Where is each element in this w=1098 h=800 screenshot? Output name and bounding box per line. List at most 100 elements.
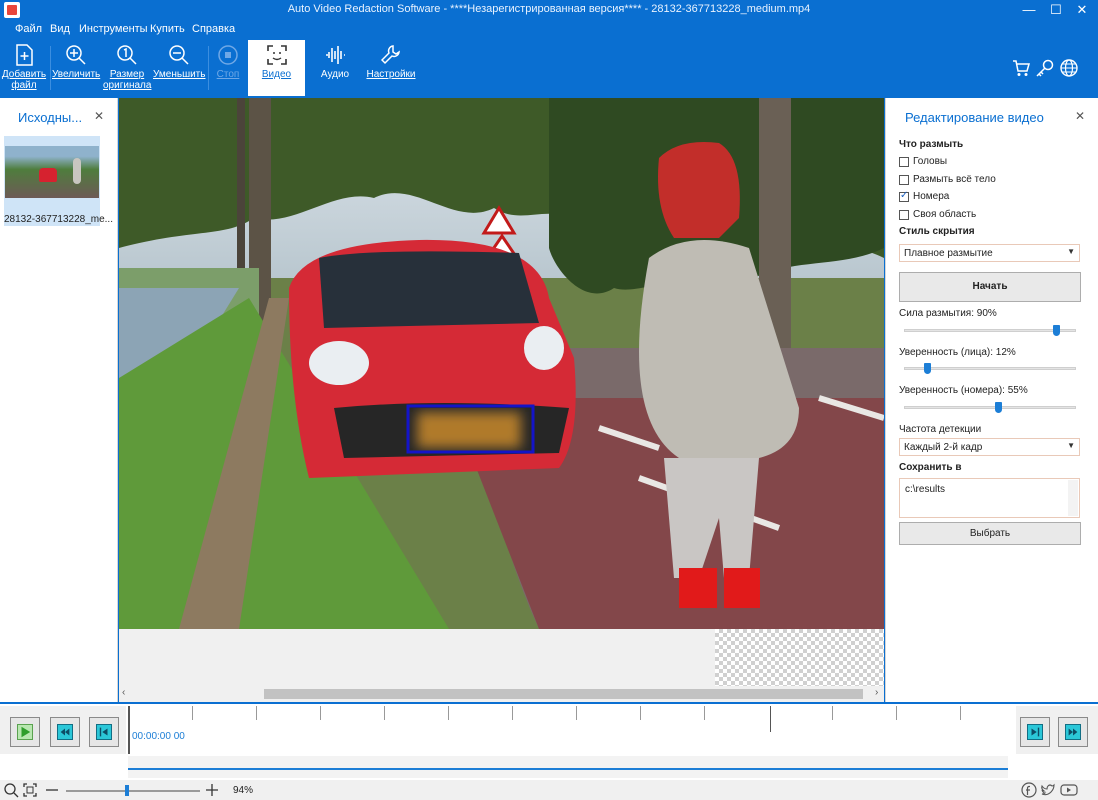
slider-knob[interactable] <box>1053 325 1060 336</box>
zoom-out-button[interactable]: Уменьшить <box>153 40 205 96</box>
twitter-icon[interactable] <box>1040 782 1056 798</box>
add-file-button[interactable]: Добавить файл <box>0 40 48 96</box>
checkbox-label: Размыть всё тело <box>913 174 996 185</box>
menu-buy[interactable]: Купить <box>150 23 185 35</box>
window-title: Auto Video Redaction Software - ****Неза… <box>287 3 811 15</box>
slider-track <box>904 329 1076 332</box>
zoom-percent: 94% <box>233 785 254 796</box>
source-item[interactable] <box>4 136 100 226</box>
toolbar: Добавить файл Увеличить Размер оригинала… <box>0 40 1098 96</box>
previous-frame-button[interactable] <box>89 717 119 747</box>
hide-style-label: Стиль скрытия <box>899 226 975 237</box>
next-frame-button[interactable] <box>1020 717 1050 747</box>
sources-panel: Исходны... ✕ 28132-367713228_me... <box>0 98 118 702</box>
zoom-out-icon <box>169 45 189 65</box>
timeline-controls-left <box>0 706 126 754</box>
slider-knob[interactable] <box>995 402 1002 413</box>
tab-settings-label: Настройки <box>366 69 416 80</box>
menu-view[interactable]: Вид <box>50 23 70 35</box>
confidence-plate-label: Уверенность (номера): 55% <box>899 385 1028 396</box>
menu-tools[interactable]: Инструменты <box>79 23 148 35</box>
stop-button[interactable]: Стоп <box>210 40 246 96</box>
thumbnail-person-shape <box>73 158 81 184</box>
confidence-face-slider[interactable] <box>904 363 1076 374</box>
tab-video-label: Видео <box>261 69 292 80</box>
detection-freq-value: Каждый 2-й кадр <box>904 442 983 453</box>
detection-freq-label: Частота детекции <box>899 424 982 435</box>
checkbox-box[interactable] <box>899 175 909 185</box>
toolbar-separator <box>208 46 209 90</box>
youtube-icon[interactable] <box>1060 782 1078 798</box>
close-button[interactable]: ✕ <box>1068 0 1096 20</box>
detection-freq-select[interactable]: Каждый 2-й кадр ▼ <box>899 438 1080 456</box>
zoom-in-button[interactable]: Увеличить <box>52 40 100 96</box>
scroll-thumb[interactable] <box>264 689 863 699</box>
zoom-slider-knob[interactable] <box>125 785 129 796</box>
textarea-scrollbar[interactable] <box>1068 480 1078 516</box>
maximize-button[interactable]: ☐ <box>1042 0 1070 20</box>
app-window: Auto Video Redaction Software - ****Неза… <box>0 0 1098 800</box>
close-icon[interactable]: ✕ <box>1075 109 1085 123</box>
fast-forward-icon <box>1065 724 1081 740</box>
title-bar: Auto Video Redaction Software - ****Неза… <box>0 0 1098 20</box>
confidence-plate-slider[interactable] <box>904 402 1076 413</box>
zoom-in-icon <box>66 45 86 65</box>
zoom-fit-icon[interactable] <box>3 782 19 798</box>
scroll-left-icon[interactable]: ‹ <box>122 687 125 698</box>
chevron-down-icon: ▼ <box>1067 441 1075 450</box>
checkbox-label: Головы <box>913 156 948 167</box>
checkbox-label: Номера <box>913 191 950 202</box>
start-button[interactable]: Начать <box>899 272 1081 302</box>
close-icon[interactable]: ✕ <box>94 109 104 123</box>
globe-icon[interactable] <box>1059 58 1079 78</box>
stop-label: Стоп <box>216 69 240 80</box>
zoom-out-label: Уменьшить <box>153 69 206 80</box>
original-size-label-1: Размер <box>109 69 145 80</box>
video-frame[interactable] <box>119 98 884 629</box>
original-size-icon <box>117 45 137 65</box>
chevron-down-icon: ▼ <box>1067 247 1075 256</box>
menu-file[interactable]: Файл <box>15 23 42 35</box>
save-path-value: c:\results <box>905 484 946 495</box>
toolbar-separator <box>50 46 51 90</box>
hide-style-select[interactable]: Плавное размытие ▼ <box>899 244 1080 262</box>
save-to-label: Сохранить в <box>899 462 962 473</box>
zoom-minus-icon[interactable] <box>45 783 59 797</box>
tab-video[interactable]: Видео <box>248 40 305 96</box>
tab-settings[interactable]: Настройки <box>362 40 420 96</box>
slider-knob[interactable] <box>924 363 931 374</box>
blur-strength-slider[interactable] <box>904 325 1076 336</box>
slider-track <box>904 406 1076 409</box>
save-path-field[interactable]: c:\results <box>899 478 1080 518</box>
menu-help[interactable]: Справка <box>192 23 235 35</box>
fullscreen-icon[interactable] <box>22 782 38 798</box>
checkbox-box-checked[interactable] <box>899 190 909 202</box>
original-size-button[interactable]: Размер оригинала <box>103 40 151 96</box>
checkbox-box[interactable] <box>899 157 909 167</box>
tab-audio[interactable]: Аудио <box>310 40 360 96</box>
cart-icon[interactable] <box>1011 58 1031 78</box>
minimize-button[interactable]: — <box>1015 0 1043 20</box>
current-time: 00:00:00 00 <box>132 731 185 742</box>
choose-button[interactable]: Выбрать <box>899 522 1081 545</box>
zoom-plus-icon[interactable] <box>205 783 219 797</box>
transparent-area <box>715 629 884 686</box>
play-button[interactable] <box>10 717 40 747</box>
timeline-track[interactable] <box>128 756 1008 778</box>
previous-frame-icon <box>96 724 112 740</box>
rewind-button[interactable] <box>50 717 80 747</box>
facebook-icon[interactable] <box>1021 782 1037 798</box>
thumbnail-car-shape <box>39 168 57 182</box>
scroll-right-icon[interactable]: › <box>875 687 878 698</box>
next-frame-icon <box>1027 724 1043 740</box>
timeline-cursor[interactable] <box>770 706 771 732</box>
edit-panel-title: Редактирование видео <box>905 110 1044 125</box>
timeline-ruler[interactable]: 00:00:00 00 <box>128 706 1016 754</box>
zoom-slider-track[interactable] <box>66 790 200 792</box>
checkbox-box[interactable] <box>899 210 909 220</box>
timeline-controls-right <box>1016 706 1098 754</box>
add-file-label-2: файл <box>11 80 37 91</box>
fast-forward-button[interactable] <box>1058 717 1088 747</box>
key-icon[interactable] <box>1035 58 1055 78</box>
horizontal-scrollbar[interactable]: ‹ › <box>119 686 884 702</box>
